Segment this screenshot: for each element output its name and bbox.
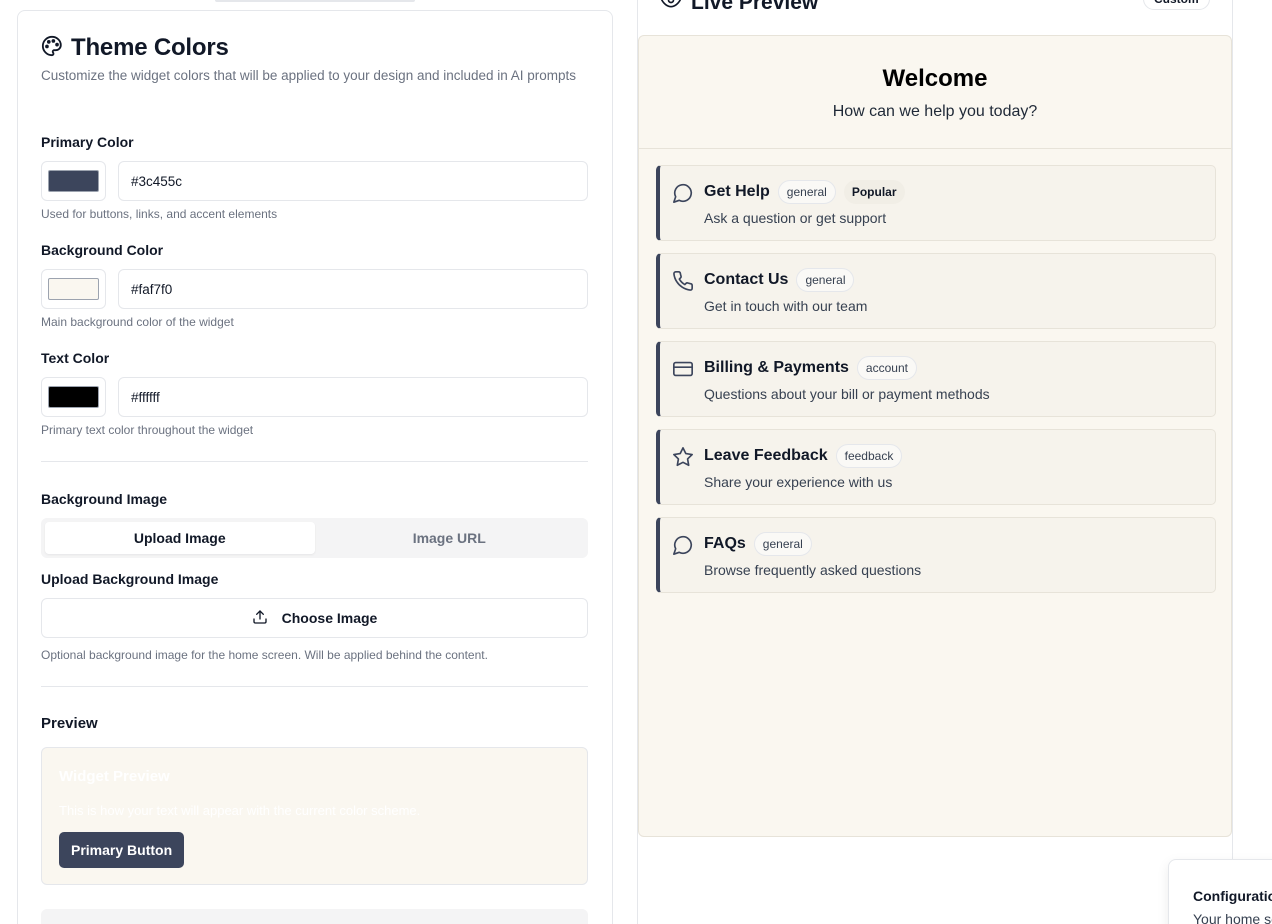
text-color-picker[interactable]: [41, 377, 106, 417]
widget-preview-text: This is how your text will appear with t…: [59, 803, 421, 818]
live-preview-title: Live Preview: [691, 0, 819, 14]
widget-header: Welcome How can we help you today?: [639, 36, 1231, 149]
primary-color-label: Primary Color: [41, 134, 134, 150]
primary-color-input[interactable]: [118, 161, 588, 201]
upload-icon: [252, 609, 268, 628]
list-item-billing-payments[interactable]: Billing & Payments account Questions abo…: [656, 341, 1216, 417]
item-title: Contact Us: [704, 271, 789, 288]
message-circle-icon: [672, 534, 694, 556]
item-title-row: Get Help general Popular: [704, 180, 905, 204]
background-image-hint: Optional background image for the home s…: [41, 648, 488, 662]
card-title: Theme Colors: [71, 34, 229, 61]
category-tag: general: [753, 532, 812, 556]
background-image-label: Background Image: [41, 491, 168, 507]
item-title: Leave Feedback: [704, 447, 828, 464]
background-color-input[interactable]: [118, 269, 588, 309]
text-color-hint: Primary text color throughout the widget: [41, 423, 254, 437]
eye-icon: [660, 0, 682, 15]
list-item-faqs[interactable]: FAQs general Browse frequently asked que…: [656, 517, 1216, 593]
list-item-get-help[interactable]: Get Help general Popular Ask a question …: [656, 165, 1216, 241]
item-title: FAQs: [704, 535, 746, 552]
theme-colors-header: Theme Colors: [41, 34, 229, 62]
custom-badge: Custom: [1143, 0, 1210, 10]
popular-badge: Popular: [843, 180, 905, 204]
widget-home-screen: Welcome How can we help you today? Get H…: [638, 35, 1232, 837]
tab-upload-image[interactable]: Upload Image: [45, 522, 315, 554]
background-color-label: Background Color: [41, 242, 164, 258]
list-item-leave-feedback[interactable]: Leave Feedback feedback Share your exper…: [656, 429, 1216, 505]
choose-image-button[interactable]: Choose Image: [41, 598, 588, 638]
welcome-subtitle: How can we help you today?: [832, 103, 1038, 120]
item-title-row: Contact Us general: [704, 268, 855, 292]
background-color-hint: Main background color of the widget: [41, 315, 234, 329]
background-color-picker[interactable]: [41, 269, 106, 309]
item-description: Ask a question or get support: [704, 210, 887, 226]
list-item-contact-us[interactable]: Contact Us general Get in touch with our…: [656, 253, 1216, 329]
item-title: Get Help: [704, 183, 770, 200]
live-preview-header: Live Preview: [660, 0, 819, 15]
item-description: Questions about your bill or payment met…: [704, 386, 990, 402]
category-tag: general: [777, 180, 836, 204]
item-title-row: Leave Feedback feedback: [704, 444, 903, 468]
configuration-text: Your home screen: [1193, 911, 1272, 924]
credit-card-icon: [672, 358, 694, 380]
item-title: Billing & Payments: [704, 359, 849, 376]
configuration-title: Configuration: [1193, 888, 1272, 904]
choose-image-label: Choose Image: [281, 610, 378, 626]
item-description: Share your experience with us: [704, 474, 893, 490]
text-color-swatch: [48, 386, 99, 408]
primary-color-picker[interactable]: [41, 161, 106, 201]
category-tag: account: [856, 356, 917, 380]
category-tag: general: [796, 268, 855, 292]
configuration-card: Configuration Your home screen: [1168, 859, 1272, 924]
widget-preview-box: Widget Preview This is how your text wil…: [41, 747, 588, 885]
upload-background-label: Upload Background Image: [41, 571, 219, 587]
section-divider: [41, 461, 588, 462]
next-section-edge: [41, 909, 588, 924]
item-title-row: Billing & Payments account: [704, 356, 917, 380]
star-icon: [672, 446, 694, 468]
phone-icon: [672, 270, 694, 292]
item-description: Get in touch with our team: [704, 298, 868, 314]
text-color-input[interactable]: [118, 377, 588, 417]
previous-card-edge: [215, 0, 415, 2]
image-source-tabs: Upload Image Image URL: [41, 518, 588, 558]
primary-color-swatch: [48, 170, 99, 192]
item-description: Browse frequently asked questions: [704, 562, 922, 578]
welcome-title: Welcome: [882, 65, 988, 92]
widget-preview-title: Widget Preview: [59, 768, 170, 785]
palette-icon: [41, 35, 63, 62]
preview-label: Preview: [41, 715, 98, 732]
primary-button-preview[interactable]: Primary Button: [59, 832, 185, 868]
section-divider: [41, 686, 588, 687]
primary-color-hint: Used for buttons, links, and accent elem…: [41, 207, 278, 221]
background-color-swatch: [48, 278, 99, 300]
item-title-row: FAQs general: [704, 532, 812, 556]
category-tag: feedback: [835, 444, 903, 468]
tab-image-url[interactable]: Image URL: [315, 522, 585, 554]
message-circle-icon: [672, 182, 694, 204]
card-description: Customize the widget colors that will be…: [41, 68, 577, 83]
text-color-label: Text Color: [41, 350, 110, 366]
